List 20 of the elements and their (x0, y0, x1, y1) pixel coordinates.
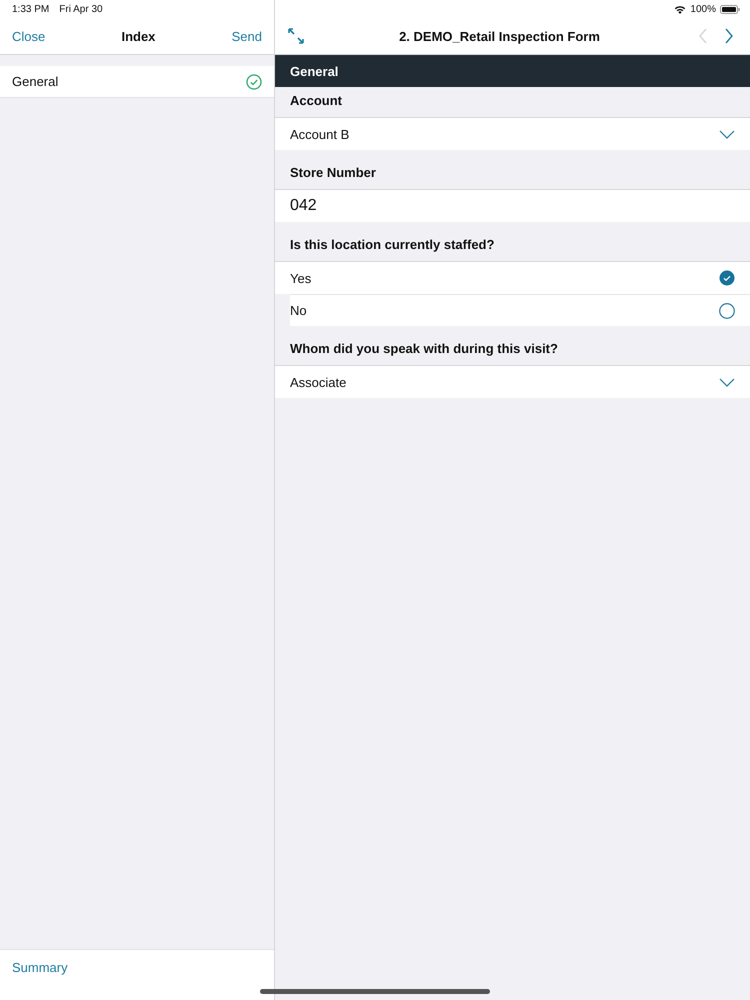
input-field[interactable]: 042 (275, 190, 750, 222)
section-header: General (275, 55, 750, 87)
wifi-icon (674, 4, 686, 14)
radio-option[interactable]: No (290, 294, 750, 326)
battery-percent: 100% (690, 4, 716, 14)
panel-title: Index (121, 28, 156, 44)
battery-icon (720, 4, 740, 14)
radio-option[interactable]: Yes (275, 262, 750, 294)
expand-icon[interactable] (287, 27, 305, 45)
chevron-down-icon (719, 130, 735, 138)
close-button[interactable]: Close (12, 28, 46, 44)
send-button[interactable]: Send (232, 28, 262, 44)
index-item[interactable]: General (0, 66, 274, 98)
status-date: Fri Apr 30 (59, 4, 103, 14)
dropdown-field[interactable]: Account B (275, 118, 750, 150)
chevron-down-icon (719, 378, 735, 386)
status-time: 1:33 PM (12, 4, 50, 14)
dropdown-field[interactable]: Associate (275, 366, 750, 398)
summary-link[interactable]: Summary (12, 960, 68, 975)
form-title: 2. DEMO_Retail Inspection Form (398, 28, 601, 44)
